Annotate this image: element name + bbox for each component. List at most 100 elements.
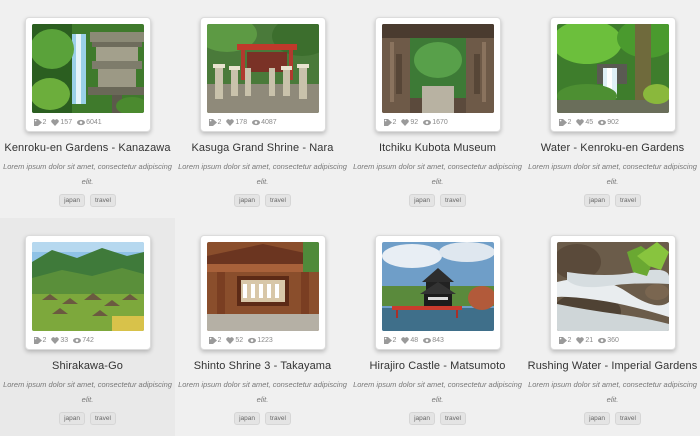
photo-stats: 2 52 1223: [207, 331, 319, 349]
eye-icon: [598, 119, 607, 125]
tag-travel[interactable]: travel: [440, 412, 466, 425]
photo-thumbnail[interactable]: [31, 24, 144, 113]
tag-list: japan travel: [59, 412, 116, 425]
photo-card[interactable]: 2 178 4087: [199, 17, 326, 132]
photo-title[interactable]: Hirajiro Castle - Matsumoto: [370, 360, 506, 372]
tag-count: 2: [33, 336, 47, 344]
heart-icon: [401, 336, 410, 344]
tag-count-value: 2: [217, 336, 222, 344]
tag-count-value: 2: [567, 336, 572, 344]
view-count: 6041: [77, 119, 102, 126]
tag-travel[interactable]: travel: [615, 194, 641, 207]
photo-thumbnail[interactable]: [556, 242, 669, 331]
tag-count: 2: [383, 336, 397, 344]
tag-japan[interactable]: japan: [584, 194, 610, 207]
eye-icon: [248, 337, 257, 343]
tag-japan[interactable]: japan: [234, 412, 260, 425]
photo-description: Lorem ipsum dolor sit amet, consectetur …: [3, 380, 172, 404]
like-count: 33: [51, 337, 68, 344]
photo-title[interactable]: Shinto Shrine 3 - Takayama: [194, 360, 332, 372]
photo-thumbnail[interactable]: [381, 242, 494, 331]
heart-icon: [51, 118, 60, 126]
view-count: 843: [423, 337, 444, 344]
photo-stats: 2 178 4087: [207, 113, 319, 131]
photo-thumbnail[interactable]: [381, 24, 494, 113]
tag-japan[interactable]: japan: [59, 194, 85, 207]
photo-title[interactable]: Itchiku Kubota Museum: [379, 142, 496, 154]
photo-thumbnail[interactable]: [206, 24, 319, 113]
tag-travel[interactable]: travel: [440, 194, 466, 207]
tag-icon: [383, 336, 392, 344]
tag-travel[interactable]: travel: [90, 412, 116, 425]
like-count-value: 52: [235, 336, 244, 344]
tag-travel[interactable]: travel: [90, 194, 116, 207]
like-count-value: 33: [60, 336, 69, 344]
tag-travel[interactable]: travel: [615, 412, 641, 425]
tag-icon: [558, 336, 567, 344]
heart-icon: [576, 118, 585, 126]
photo-stats: 2 21 360: [557, 331, 669, 349]
photo-description: Lorem ipsum dolor sit amet, consectetur …: [528, 380, 697, 404]
tag-list: japan travel: [409, 412, 466, 425]
gallery-item: 2 157 6041 Kenroku-en Gardens - Kanazawa…: [0, 0, 175, 218]
photo-card[interactable]: 2 33 742: [24, 235, 151, 350]
tag-japan[interactable]: japan: [409, 412, 435, 425]
photo-card[interactable]: 2 45 902: [549, 17, 676, 132]
like-count: 157: [51, 119, 72, 126]
heart-icon: [401, 118, 410, 126]
tag-icon: [208, 118, 217, 126]
gallery-item: 2 92 1670 Itchiku Kubota Museum Lorem ip…: [350, 0, 525, 218]
view-count: 4087: [252, 119, 277, 126]
tag-japan[interactable]: japan: [234, 194, 260, 207]
view-count: 902: [598, 119, 619, 126]
photo-description: Lorem ipsum dolor sit amet, consectetur …: [178, 162, 347, 186]
tag-count-value: 2: [392, 336, 397, 344]
tag-list: japan travel: [409, 194, 466, 207]
tag-japan[interactable]: japan: [59, 412, 85, 425]
photo-thumbnail[interactable]: [206, 242, 319, 331]
tag-icon: [33, 336, 42, 344]
like-count: 48: [401, 337, 418, 344]
view-count-value: 1670: [432, 118, 448, 126]
photo-description: Lorem ipsum dolor sit amet, consectetur …: [178, 380, 347, 404]
photo-stats: 2 157 6041: [32, 113, 144, 131]
photo-title[interactable]: Kenroku-en Gardens - Kanazawa: [4, 142, 170, 154]
tag-count-value: 2: [42, 336, 47, 344]
photo-stats: 2 92 1670: [382, 113, 494, 131]
view-count: 1223: [248, 337, 273, 344]
tag-count-value: 2: [567, 118, 572, 126]
photo-description: Lorem ipsum dolor sit amet, consectetur …: [353, 380, 522, 404]
photo-title[interactable]: Kasuga Grand Shrine - Nara: [191, 142, 333, 154]
photo-title[interactable]: Shirakawa-Go: [52, 360, 123, 372]
photo-description: Lorem ipsum dolor sit amet, consectetur …: [3, 162, 172, 186]
photo-thumbnail[interactable]: [556, 24, 669, 113]
heart-icon: [51, 336, 60, 344]
view-count-value: 4087: [261, 118, 277, 126]
photo-card[interactable]: 2 157 6041: [24, 17, 151, 132]
like-count: 178: [226, 119, 247, 126]
gallery-item: 2 48 843 Hirajiro Castle - Matsumoto Lor…: [350, 218, 525, 436]
tag-count: 2: [558, 118, 572, 126]
photo-card[interactable]: 2 21 360: [549, 235, 676, 350]
photo-card[interactable]: 2 92 1670: [374, 17, 501, 132]
gallery-item: 2 33 742 Shirakawa-Go Lorem ipsum dolor …: [0, 218, 175, 436]
tag-travel[interactable]: travel: [265, 412, 291, 425]
photo-title[interactable]: Water - Kenroku-en Gardens: [541, 142, 684, 154]
tag-japan[interactable]: japan: [409, 194, 435, 207]
photo-thumbnail[interactable]: [31, 242, 144, 331]
photo-card[interactable]: 2 48 843: [374, 235, 501, 350]
tag-count: 2: [558, 336, 572, 344]
view-count-value: 902: [607, 118, 619, 126]
tag-icon: [558, 118, 567, 126]
tag-count-value: 2: [392, 118, 397, 126]
tag-list: japan travel: [234, 412, 291, 425]
tag-list: japan travel: [59, 194, 116, 207]
photo-title[interactable]: Rushing Water - Imperial Gardens: [528, 360, 698, 372]
eye-icon: [423, 337, 432, 343]
tag-travel[interactable]: travel: [265, 194, 291, 207]
like-count: 21: [576, 337, 593, 344]
photo-card[interactable]: 2 52 1223: [199, 235, 326, 350]
tag-japan[interactable]: japan: [584, 412, 610, 425]
like-count-value: 157: [60, 118, 73, 126]
photo-stats: 2 33 742: [32, 331, 144, 349]
